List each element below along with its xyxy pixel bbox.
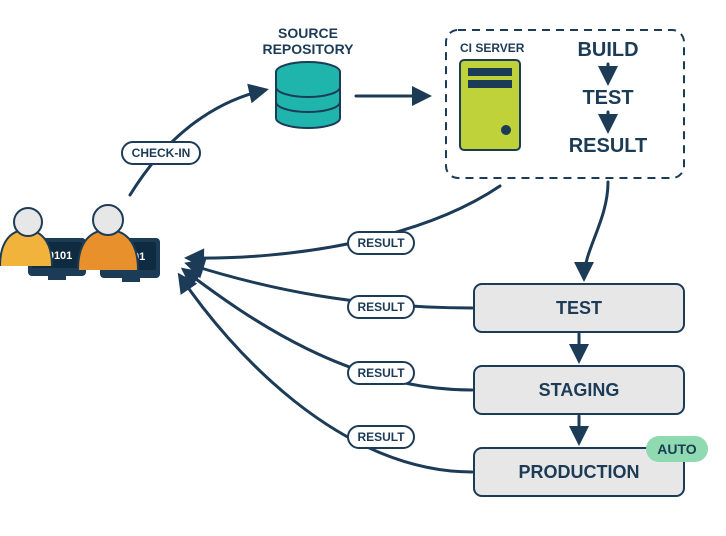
svg-text:PRODUCTION: PRODUCTION [519,462,640,482]
server-icon [460,60,520,150]
svg-text:STAGING: STAGING [539,380,620,400]
result-pill-1: RESULT [348,232,414,254]
arrow-result-2 [188,264,472,308]
arrow-result-1 [188,186,500,258]
svg-text:CHECK-IN: CHECK-IN [132,146,191,160]
svg-text:RESULT: RESULT [357,300,405,314]
checkin-pill: CHECK-IN [122,142,200,164]
stage-test: TEST [474,284,684,332]
result-pill-4: RESULT [348,426,414,448]
source-repo-label-1: SOURCE [278,25,338,41]
database-icon [276,62,340,128]
cicd-pipeline-diagram: 10101 10101 CHECK-IN SOURCE REPOSITORY C… [0,0,726,536]
result-pill-3: RESULT [348,362,414,384]
arrow-result-4 [180,276,472,472]
svg-text:AUTO: AUTO [657,441,697,457]
arrow-result-3 [184,270,472,390]
svg-text:RESULT: RESULT [357,366,405,380]
developer-icon-1: 10101 [0,208,86,280]
test-label: TEST [582,87,633,109]
build-label: BUILD [577,39,638,61]
developer-icon-2: 10101 [78,205,160,282]
auto-badge: AUTO [646,436,708,462]
svg-text:RESULT: RESULT [357,430,405,444]
arrow-ci-to-test [584,182,608,278]
source-repo-label-2: REPOSITORY [262,41,354,57]
svg-text:RESULT: RESULT [357,236,405,250]
svg-text:TEST: TEST [556,298,602,318]
result-pill-2: RESULT [348,296,414,318]
stage-staging: STAGING [474,366,684,414]
ci-server-label: CI SERVER [460,41,525,55]
result-label: RESULT [569,135,648,157]
